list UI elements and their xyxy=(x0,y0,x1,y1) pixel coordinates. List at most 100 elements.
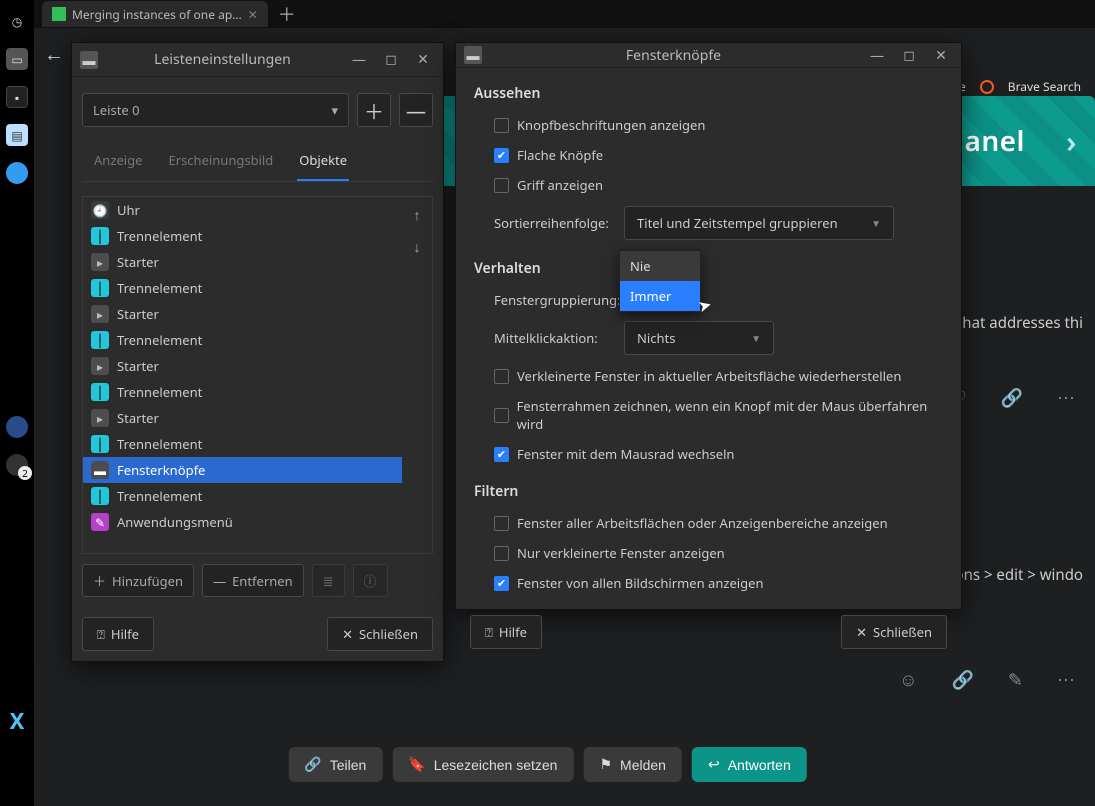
list-item[interactable]: ┃Trennelement xyxy=(83,431,402,457)
window-close-button[interactable]: ✕ xyxy=(411,48,435,72)
panel-select-combo[interactable]: Leiste 0 ▾ xyxy=(82,93,349,127)
dock-icon-app3[interactable] xyxy=(6,454,28,476)
browser-tab[interactable]: Merging instances of one ap… ✕ xyxy=(42,1,268,27)
add-panel-button[interactable]: ＋ xyxy=(357,93,391,127)
browser-tabstrip: Merging instances of one ap… ✕ ＋ xyxy=(34,0,1095,28)
dropdown-option-never[interactable]: Nie xyxy=(620,251,700,281)
chk-all-workspaces[interactable]: Fenster aller Arbeitsflächen oder Anzeig… xyxy=(474,511,943,535)
maximize-button[interactable]: ◻ xyxy=(379,48,403,72)
list-item[interactable]: ┃Trennelement xyxy=(83,379,402,405)
dock-icon-files[interactable]: ▭ xyxy=(6,48,28,70)
start-icon: ▸ xyxy=(91,357,109,375)
emoji-icon[interactable]: ☺ xyxy=(899,668,917,692)
sep-icon: ┃ xyxy=(91,279,109,297)
reply-button[interactable]: ↩Antworten xyxy=(692,747,807,782)
chk-label: Fensterrahmen zeichnen, wenn ein Knopf m… xyxy=(517,397,943,433)
edit-icon[interactable]: ✎ xyxy=(1008,668,1023,692)
dock-icon-app2[interactable] xyxy=(6,416,28,438)
dock-icon-xorg[interactable]: X xyxy=(10,706,25,736)
middleclick-combo[interactable]: Nichts▼ xyxy=(624,321,774,355)
new-tab-button[interactable]: ＋ xyxy=(278,1,296,27)
titlebar[interactable]: ▬ Fensterknöpfe — ◻ ✕ xyxy=(456,43,961,68)
list-item[interactable]: ▸Starter xyxy=(83,405,402,431)
settings-tabs: Anzeige Erscheinungsbild Objekte xyxy=(82,141,433,182)
chk-show-handle[interactable]: Griff anzeigen xyxy=(474,173,943,197)
dialog-icon: ▬ xyxy=(464,46,482,64)
close-label: Schließen xyxy=(873,623,932,641)
close-label: Schließen xyxy=(359,625,418,643)
chk-wheel[interactable]: ✔Fenster mit dem Mausrad wechseln xyxy=(474,442,943,466)
add-item-button[interactable]: ＋Hinzufügen xyxy=(82,564,194,597)
minimize-button[interactable]: — xyxy=(347,48,371,72)
tab-display[interactable]: Anzeige xyxy=(92,141,144,181)
list-view-button[interactable]: ≣ xyxy=(312,564,345,597)
info-button[interactable]: ⓘ xyxy=(353,564,388,597)
help-button[interactable]: ⍰Hilfe xyxy=(82,617,154,651)
dock-icon-clock[interactable]: ◷ xyxy=(6,10,28,32)
move-down-button[interactable]: ↓ xyxy=(405,235,429,259)
sort-combo[interactable]: Titel und Zeitstempel gruppieren▼ xyxy=(624,206,894,240)
dock-icon-app[interactable]: ▤ xyxy=(6,124,28,146)
list-item[interactable]: 🕘Uhr xyxy=(83,197,402,223)
list-item[interactable]: ▸Starter xyxy=(83,301,402,327)
chk-label: Verkleinerte Fenster in aktueller Arbeit… xyxy=(517,367,901,385)
list-item[interactable]: ✎Anwendungsmenü xyxy=(83,509,402,535)
checkbox-icon xyxy=(494,408,509,423)
bookmark-button[interactable]: 🔖Lesezeichen setzen xyxy=(392,747,573,782)
chk-flat-buttons[interactable]: ✔Flache Knöpfe xyxy=(474,143,943,167)
more-icon[interactable]: ⋯ xyxy=(1057,386,1075,410)
banner-arrow-icon[interactable]: › xyxy=(1066,121,1077,162)
back-button[interactable]: ← xyxy=(44,40,64,67)
flag-button[interactable]: ⚑Melden xyxy=(583,747,681,782)
dock-icon-terminal[interactable]: ▪ xyxy=(6,86,28,108)
help-button[interactable]: ⍰ Hilfe xyxy=(470,615,542,649)
move-up-button[interactable]: ↑ xyxy=(405,203,429,227)
list-item[interactable]: ▸Starter xyxy=(83,353,402,379)
tab-items[interactable]: Objekte xyxy=(297,141,349,181)
list-item[interactable]: ▸Starter xyxy=(83,249,402,275)
maximize-button[interactable]: ◻ xyxy=(897,43,921,67)
list-item-label: Starter xyxy=(117,305,159,323)
plus-icon: ＋ xyxy=(93,571,106,590)
post-actions-2: ☺ 🔗 ✎ ⋯ xyxy=(899,668,1075,692)
list-item[interactable]: ┃Trennelement xyxy=(83,327,402,353)
minus-icon: — xyxy=(213,572,226,590)
tab-favicon xyxy=(52,7,66,21)
link-icon[interactable]: 🔗 xyxy=(1001,386,1023,410)
window-close-button[interactable]: ✕ xyxy=(929,43,953,67)
tab-appearance[interactable]: Erscheinungsbild xyxy=(166,141,275,181)
chk-only-min[interactable]: Nur verkleinerte Fenster anzeigen xyxy=(474,541,943,565)
list-item[interactable]: ┃Trennelement xyxy=(83,223,402,249)
remove-panel-button[interactable]: — xyxy=(399,93,433,127)
link-icon[interactable]: 🔗 xyxy=(951,668,973,692)
items-list[interactable]: 🕘Uhr┃Trennelement▸Starter┃Trennelement▸S… xyxy=(83,197,402,553)
chk-restore[interactable]: Verkleinerte Fenster in aktueller Arbeit… xyxy=(474,364,943,388)
list-item[interactable]: ┃Trennelement xyxy=(83,483,402,509)
tab-close-icon[interactable]: ✕ xyxy=(248,6,258,23)
chk-show-labels[interactable]: Knopfbeschriftungen anzeigen xyxy=(474,113,943,137)
minimize-button[interactable]: — xyxy=(865,43,889,67)
chk-label: Nur verkleinerte Fenster anzeigen xyxy=(517,544,725,562)
remove-item-button[interactable]: —Entfernen xyxy=(202,564,304,597)
dropdown-option-always[interactable]: Immer xyxy=(620,281,700,311)
close-button[interactable]: ✕Schließen xyxy=(327,617,433,651)
titlebar[interactable]: ▬ Leisteneinstellungen — ◻ ✕ xyxy=(72,43,443,77)
close-icon: ✕ xyxy=(856,623,867,641)
list-item-label: Trennelement xyxy=(117,279,202,297)
share-button[interactable]: 🔗Teilen xyxy=(288,747,382,782)
list-item-label: Trennelement xyxy=(117,331,202,349)
chk-all-monitors[interactable]: ✔Fenster von allen Bildschirmen anzeigen xyxy=(474,571,943,595)
sort-value: Titel und Zeitstempel gruppieren xyxy=(637,214,838,232)
chk-label: Fenster mit dem Mausrad wechseln xyxy=(517,445,734,463)
help-label: Hilfe xyxy=(499,623,527,641)
middle-value: Nichts xyxy=(637,329,675,347)
brave-icon[interactable] xyxy=(980,80,994,94)
list-item[interactable]: ┃ Trennelement xyxy=(83,275,402,301)
more-icon[interactable]: ⋯ xyxy=(1057,668,1075,692)
close-button[interactable]: ✕ Schließen xyxy=(841,615,947,649)
help-icon: ⍰ xyxy=(485,623,493,641)
list-item[interactable]: ▬Fensterknöpfe xyxy=(83,457,402,483)
dock-icon-browser[interactable] xyxy=(6,162,28,184)
chk-draw-frame[interactable]: Fensterrahmen zeichnen, wenn ein Knopf m… xyxy=(474,394,943,436)
dialog-panel-preferences: ▬ Leisteneinstellungen — ◻ ✕ Leiste 0 ▾ … xyxy=(71,42,444,662)
